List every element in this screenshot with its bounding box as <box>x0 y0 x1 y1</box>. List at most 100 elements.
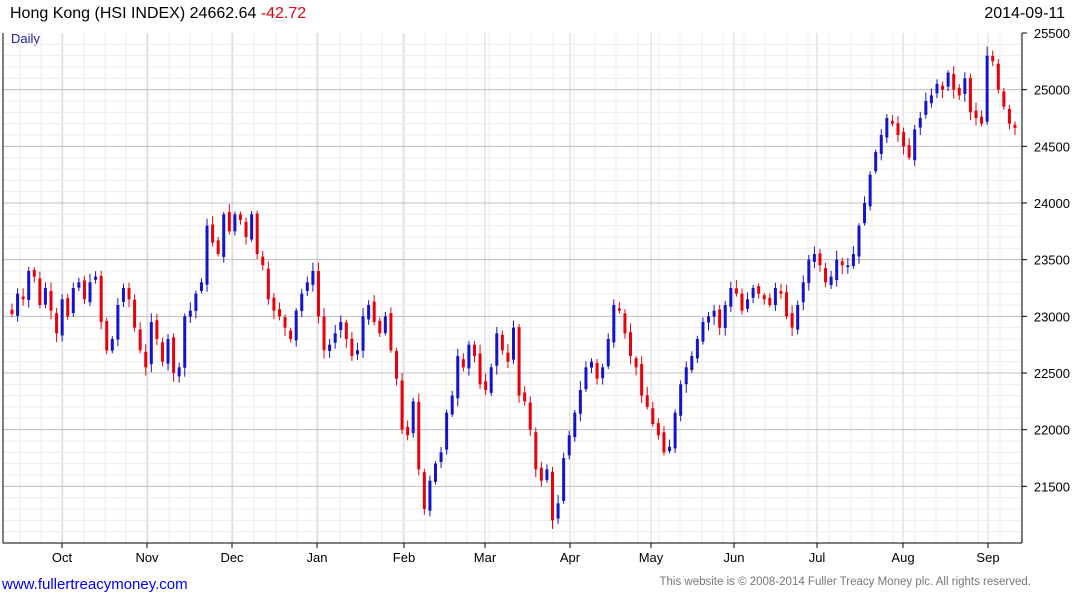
candle-up <box>807 259 811 283</box>
candle-down <box>283 317 287 328</box>
candle-down <box>211 224 215 243</box>
candle-down <box>734 288 738 294</box>
candle-up <box>690 356 694 371</box>
candle-down <box>779 291 783 294</box>
candle-down <box>238 214 242 220</box>
candle-up <box>918 118 922 128</box>
candle-up <box>885 118 889 138</box>
candle-up <box>60 299 64 336</box>
candle-up <box>77 282 81 288</box>
candle-down <box>289 330 293 339</box>
candle-down <box>506 352 510 362</box>
candlestick-chart: 21500 22000 22500 23000 23500 24000 24500 25000… <box>2 26 1070 565</box>
candle-up <box>801 282 805 303</box>
x-axis: Oct Nov Dec Jan Feb Mar Apr May Jun Jul Aug Sep <box>52 543 1000 565</box>
candle-up <box>233 214 237 232</box>
candle-up <box>545 469 549 480</box>
candle-up <box>729 288 733 307</box>
candle-up <box>355 350 359 355</box>
candle-down <box>55 313 59 334</box>
candle-up <box>43 288 47 305</box>
candle-down <box>539 467 543 481</box>
candle-up <box>300 293 304 312</box>
candle-down <box>890 120 894 124</box>
candle-up <box>590 361 594 368</box>
candle-down <box>757 286 761 294</box>
candle-down <box>261 256 265 266</box>
candle-down <box>500 334 504 351</box>
candle-up <box>71 288 75 314</box>
candle-down <box>824 268 828 283</box>
candle-down <box>640 363 644 396</box>
candle-up <box>339 322 343 331</box>
candle-up <box>188 310 192 317</box>
candle-up <box>695 339 699 359</box>
candle-up <box>467 344 471 369</box>
candle-up <box>935 84 939 94</box>
candle-down <box>472 344 476 356</box>
candle-down <box>49 291 53 311</box>
candle-up <box>27 271 31 300</box>
candle-up <box>668 446 672 452</box>
candle-up <box>456 356 460 399</box>
candle-down <box>10 309 14 315</box>
candle-up <box>963 78 967 94</box>
candle-down <box>21 296 25 300</box>
y-tick-label: 23500 <box>1034 253 1070 268</box>
candle-up <box>846 265 850 268</box>
plot-frame <box>2 33 1023 544</box>
candle-up <box>194 293 198 311</box>
candle-down <box>595 362 599 379</box>
candle-down <box>996 63 1000 90</box>
candle-up <box>929 95 933 104</box>
candle-up <box>773 288 777 306</box>
candle-down <box>322 316 326 351</box>
x-tick-label: Nov <box>135 550 159 565</box>
candle-up <box>746 299 750 309</box>
candle-up <box>913 129 917 161</box>
copyright-text: This website is © 2008-2014 Fuller Treac… <box>659 576 1031 588</box>
candle-down <box>629 332 633 356</box>
candle-up <box>985 55 989 122</box>
candle-down <box>138 329 142 351</box>
candle-up <box>222 214 226 257</box>
x-tick-label: Aug <box>891 550 914 565</box>
y-axis: 21500 22000 22500 23000 23500 24000 24500 25000… <box>1022 26 1070 494</box>
x-tick-label: Apr <box>560 550 581 565</box>
candle-up <box>512 327 515 360</box>
y-tick-label: 24000 <box>1034 196 1070 211</box>
candle-up <box>149 322 153 365</box>
candle-down <box>534 432 538 470</box>
candle-up <box>924 101 928 115</box>
x-tick-label: Jun <box>724 550 745 565</box>
y-tick-label: 22000 <box>1034 423 1070 438</box>
candle-up <box>578 390 582 414</box>
site-link[interactable]: www.fullertreacymoney.com <box>2 576 188 593</box>
candle-down <box>372 301 376 322</box>
candle-up <box>177 367 181 377</box>
candle-down <box>255 213 259 254</box>
candle-down <box>66 298 70 317</box>
candle-down <box>991 55 995 62</box>
candle-down <box>645 395 649 407</box>
candle-up <box>857 225 861 257</box>
candle-up <box>94 276 98 280</box>
candle-up <box>439 452 443 463</box>
candle-up <box>701 322 705 342</box>
candle-down <box>1007 108 1011 124</box>
y-tick-label: 21500 <box>1034 479 1070 494</box>
y-tick-label: 25500 <box>1034 26 1070 41</box>
candle-down <box>99 275 103 322</box>
candle-down <box>32 269 36 277</box>
x-tick-label: Jul <box>809 550 826 565</box>
candle-up <box>601 367 605 379</box>
candle-down <box>957 87 961 96</box>
candle-down <box>952 73 956 90</box>
x-tick-label: Mar <box>474 550 497 565</box>
x-tick-label: May <box>639 550 664 565</box>
candle-up <box>751 288 755 298</box>
candle-up <box>679 384 683 416</box>
candle-up <box>116 305 120 340</box>
y-tick-label: 24500 <box>1034 139 1070 154</box>
candle-up <box>567 435 571 456</box>
